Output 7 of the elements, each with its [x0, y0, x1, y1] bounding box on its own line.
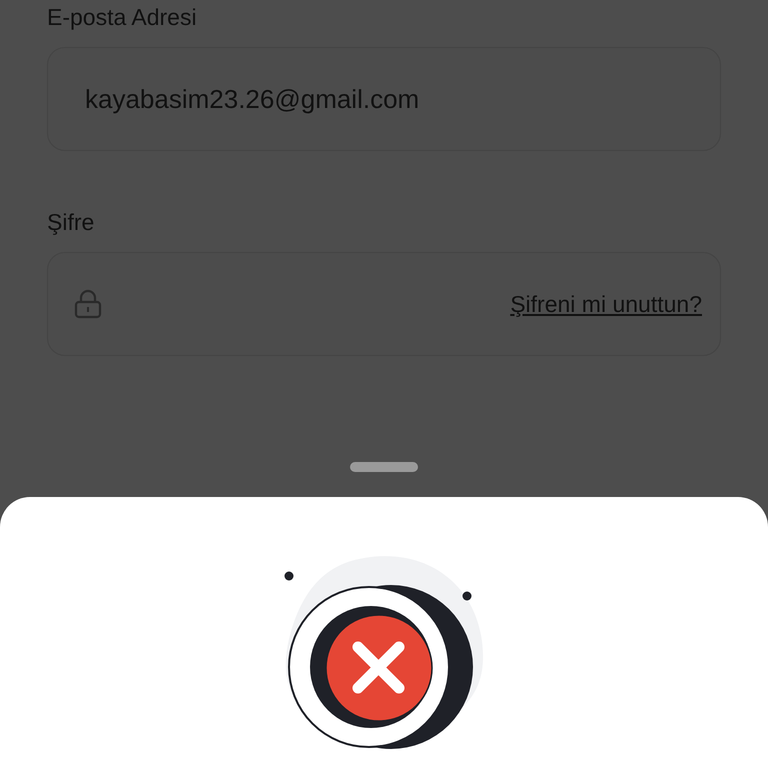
field-label: Şifre	[47, 209, 94, 236]
sheet-handle[interactable]	[350, 462, 418, 472]
forgot-password-link[interactable]: Şifreni mi unuttun?	[510, 290, 702, 318]
field-label: E-posta Adresi	[47, 4, 197, 31]
lock-icon	[74, 289, 102, 319]
password-field[interactable]: Şifreni mi unuttun?	[47, 252, 721, 356]
email-field[interactable]: kayabasim23.26@gmail.com	[47, 47, 721, 151]
